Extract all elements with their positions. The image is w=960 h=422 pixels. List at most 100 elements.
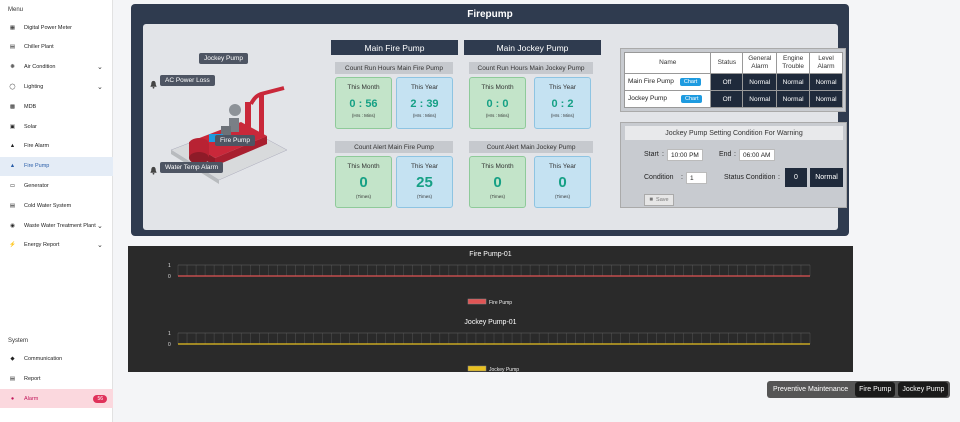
sidebar-item-lighting[interactable]: ◯ Lighting ⌄	[0, 77, 113, 96]
sidebar-item-air-condition[interactable]: ❋ Air Condition ⌄	[0, 58, 113, 77]
start-label: Start	[644, 151, 659, 158]
jockey-setting-box: Jockey Pump Setting Condition For Warnin…	[620, 122, 847, 208]
main-alert-header: Count Alert Main Fire Pump	[335, 141, 453, 153]
status-table: Name Status General Alarm Engine Trouble…	[623, 52, 843, 108]
bottom-button-group: Preventive Maintenance Fire Pump Jockey …	[767, 381, 951, 398]
main-alert-year-card: This Year 25 (Times)	[396, 156, 453, 208]
card-unit: (Times)	[554, 194, 571, 199]
firepump-panel: Firepump Jockey Pump AC Power Loss Fire …	[131, 4, 849, 236]
y-tick-label: 1	[168, 331, 171, 337]
sidebar-item-energy-report[interactable]: ⚡ Energy Report ⌄	[0, 236, 113, 255]
bulb-icon: ◯	[9, 83, 16, 90]
y-tick-label: 0	[168, 274, 171, 280]
chevron-down-icon: ⌄	[97, 83, 103, 91]
card-unit: (Hrs : Mins)	[550, 113, 575, 118]
sidebar-item-mdb[interactable]: ▩ MDB	[0, 97, 113, 116]
main-run-month-card: This Month 0 : 56 (Hrs : Mins)	[335, 77, 392, 129]
chevron-down-icon: ⌄	[97, 242, 103, 250]
sidebar: Menu ▦ Digital Power Meter ▤ Chiller Plant ❋…	[0, 0, 113, 422]
status-cell: Off	[710, 90, 744, 108]
sidebar-item-label: Lighting	[24, 83, 44, 90]
system-heading: System	[8, 338, 29, 344]
colon: :	[681, 174, 683, 181]
status-condition-value: 0	[785, 168, 807, 187]
chart-button[interactable]: Chart	[681, 95, 703, 103]
col-general-alarm: General Alarm	[742, 52, 778, 74]
row-name-text: Main Fire Pump	[628, 78, 674, 85]
sidebar-item-cold-water-system[interactable]: ▤ Cold Water System	[0, 196, 113, 215]
sidebar-item-label: Communication	[24, 355, 63, 362]
card-value: 0	[558, 174, 567, 191]
ac-power-loss-tag: AC Power Loss	[160, 75, 215, 86]
fire-pump-trend-chart: 1 0 Fire Pump	[168, 263, 811, 306]
col-status: Status	[710, 52, 744, 74]
cold-water-icon: ▤	[9, 202, 16, 209]
panel-title: Firepump	[467, 9, 513, 20]
jockey-alert-month-card: This Month 0 (Times)	[469, 156, 526, 208]
jockey-run-year-card: This Year 0 : 2 (Hrs : Mins)	[534, 77, 591, 129]
chevron-down-icon: ⌄	[97, 64, 103, 72]
colon: :	[734, 151, 736, 158]
status-cell: Off	[710, 73, 744, 91]
bell-icon: ●	[10, 395, 15, 402]
card-title: This Month	[347, 163, 380, 170]
sidebar-item-solar[interactable]: ▣ Solar	[0, 117, 113, 136]
y-tick-label: 1	[168, 263, 171, 269]
setting-title: Jockey Pump Setting Condition For Warnin…	[625, 126, 843, 140]
chart-button[interactable]: Chart	[679, 78, 702, 86]
energy-report-icon: ⚡	[9, 242, 16, 249]
level-alarm-cell: Normal	[809, 73, 843, 91]
sidebar-item-report[interactable]: ▤ Report	[0, 369, 113, 388]
save-button[interactable]: ■ Save	[644, 194, 674, 206]
card-title: This Year	[548, 163, 577, 170]
main-run-hours-header: Count Run Hours Main Fire Pump	[335, 62, 453, 74]
fire-pump-icon: ▲	[9, 163, 16, 170]
engine-trouble-cell: Normal	[776, 73, 811, 91]
card-value: 0 : 0	[486, 98, 509, 110]
sidebar-item-label: Generator	[24, 182, 49, 189]
preventive-maintenance-button[interactable]: Preventive Maintenance	[769, 382, 852, 397]
fire-alarm-icon: ▲	[9, 143, 16, 150]
level-alarm-cell: Normal	[809, 90, 843, 108]
col-level-alarm: Level Alarm	[809, 52, 843, 74]
sidebar-item-label: Cold Water System	[24, 202, 72, 209]
sidebar-item-alarm[interactable]: ● Alarm 56	[0, 389, 113, 408]
card-title: This Month	[481, 163, 514, 170]
end-time-input[interactable]: 06:00 AM	[739, 149, 775, 161]
jockey-run-month-card: This Month 0 : 0 (Hrs : Mins)	[469, 77, 526, 129]
sidebar-item-fire-pump[interactable]: ▲ Fire Pump	[0, 156, 113, 176]
jockey-alert-year-card: This Year 0 (Times)	[534, 156, 591, 208]
sidebar-item-waste-water-treatment-plant[interactable]: ◉ Waste Water Treatment Plant ⌄	[0, 216, 113, 235]
communication-icon: ◆	[10, 355, 15, 362]
sidebar-item-digital-power-meter[interactable]: ▦ Digital Power Meter	[0, 18, 113, 37]
card-title: This Month	[481, 84, 514, 91]
fire-pump-trend: Fire Pump-01 1 0 Fire Pump	[128, 246, 853, 314]
card-unit: (Hrs : Mins)	[412, 113, 437, 118]
sidebar-item-communication[interactable]: ◆ Communication	[0, 349, 113, 368]
menu-heading: Menu	[8, 7, 24, 13]
jockey-pump-trend-chart: 1 0 Jockey Pump	[168, 331, 811, 372]
condition-label: Condition	[644, 174, 674, 181]
sidebar-item-label: Fire Alarm	[24, 143, 50, 150]
fire-pump-button[interactable]: Fire Pump	[855, 382, 896, 397]
y-tick-label: 0	[168, 342, 171, 348]
sidebar-item-chiller-plant[interactable]: ▤ Chiller Plant	[0, 38, 113, 57]
card-unit: (Times)	[489, 194, 506, 199]
sidebar-item-label: Fire Pump	[24, 163, 50, 170]
main-fire-pump-header: Main Fire Pump	[331, 40, 458, 55]
col-engine-trouble: Engine Trouble	[776, 52, 811, 74]
water-temp-alarm-tag: Water Temp Alarm	[160, 162, 224, 173]
sidebar-item-generator[interactable]: ▭ Generator	[0, 176, 113, 195]
main-jockey-pump-header: Main Jockey Pump	[464, 40, 601, 55]
waste-water-icon: ◉	[10, 222, 15, 229]
row-name-text: Jockey Pump	[628, 95, 668, 102]
card-value: 0	[359, 174, 368, 191]
jockey-pump-button[interactable]: Jockey Pump	[898, 382, 949, 397]
card-unit: (Times)	[355, 194, 372, 199]
sidebar-item-fire-alarm[interactable]: ▲ Fire Alarm	[0, 137, 113, 156]
start-time-input[interactable]: 10:00 PM	[667, 149, 703, 161]
bell-icon	[149, 76, 158, 89]
bell-icon	[149, 162, 158, 175]
generator-icon: ▭	[9, 182, 16, 189]
condition-input[interactable]: 1	[686, 172, 707, 184]
